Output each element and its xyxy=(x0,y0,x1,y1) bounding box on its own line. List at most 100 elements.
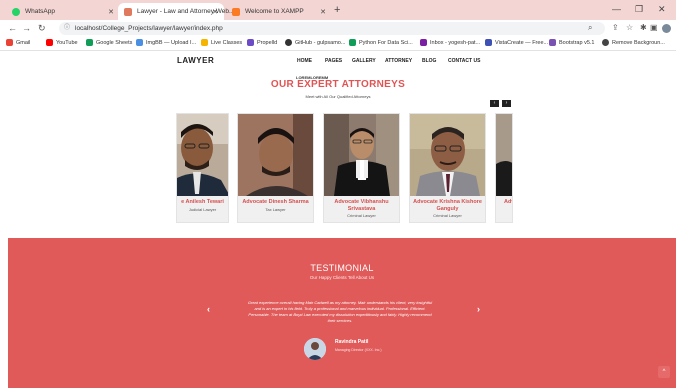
restore-icon[interactable]: ❐ xyxy=(635,4,643,15)
tab-label: Lawyer - Law and Attorney Web... xyxy=(137,8,235,15)
bookmark-propelld[interactable]: Propelld xyxy=(247,39,277,46)
testimonial-quote: Great experience overall having Mair Cad… xyxy=(247,300,433,323)
nav-home[interactable]: HOME xyxy=(297,58,312,64)
new-tab-button[interactable]: + xyxy=(334,4,340,16)
tab-label: Welcome to XAMPP xyxy=(245,8,304,15)
tab-lawyer[interactable]: Lawyer - Law and Attorney Web... ✕ xyxy=(118,3,234,20)
gmail-icon xyxy=(6,39,13,46)
xampp-icon xyxy=(232,7,240,16)
forward-icon[interactable]: → xyxy=(22,23,31,33)
close-icon[interactable]: ✕ xyxy=(212,8,218,16)
whatsapp-icon xyxy=(12,7,20,16)
attorneys-title: OUR EXPERT ATTORNEYS xyxy=(270,79,406,90)
client-role: Managing Director (XXX. Inc.) xyxy=(335,348,382,352)
url-text: localhost/College_Projects/lawyer/lawyer… xyxy=(75,25,223,32)
profile-avatar-icon[interactable] xyxy=(662,24,671,33)
bookmark-vistacreate[interactable]: VistaCreate — Free... xyxy=(485,39,548,46)
imgbb-icon xyxy=(136,39,143,46)
client-name: Ravindra Patil xyxy=(335,339,369,345)
attorney-role: Criminal Lawyer xyxy=(347,213,376,218)
attorney-photo xyxy=(177,114,228,196)
browser-tab-bar: WhatsApp ✕ Lawyer - Law and Attorney Web… xyxy=(0,0,676,20)
close-icon[interactable]: ✕ xyxy=(108,8,114,16)
tab-whatsapp[interactable]: WhatsApp ✕ xyxy=(6,3,120,20)
bookmark-remove-bg[interactable]: Remove Backgroun... xyxy=(602,39,665,46)
bookmark-label: ImgBB — Upload I... xyxy=(146,39,197,46)
nav-attorney[interactable]: ATTORNEY xyxy=(385,58,412,64)
testimonial-title: TESTIMONIAL xyxy=(310,263,374,273)
bookmark-python[interactable]: Python For Data Sci... xyxy=(349,39,413,46)
attorney-photo xyxy=(410,114,485,196)
attorney-role: Criminal Lawyer xyxy=(433,213,462,218)
info-icon: ⓘ xyxy=(64,25,71,31)
bookmark-label: Inbox - yogesh-pat... xyxy=(430,39,481,46)
attorney-name: e Anilesh Tewari xyxy=(181,199,224,205)
bookmark-label: Python For Data Sci... xyxy=(359,39,413,46)
site-favicon-icon xyxy=(124,7,132,16)
extensions-icon[interactable]: ✱ xyxy=(640,23,647,32)
attorney-role: Judicial Lawyer xyxy=(188,207,217,212)
tab-xampp[interactable]: Welcome to XAMPP ✕ xyxy=(226,3,332,20)
address-bar-row: ← → ↻ ⓘ localhost/College_Projects/lawye… xyxy=(0,20,676,37)
bookmark-inbox[interactable]: Inbox - yogesh-pat... xyxy=(420,39,480,46)
bookmark-label: Propelld xyxy=(257,39,278,46)
attorney-photo xyxy=(496,114,512,196)
carousel-next-button[interactable]: › xyxy=(502,100,511,107)
bookmark-gmail[interactable]: Gmail xyxy=(6,39,30,46)
testimonial-next-button[interactable]: › xyxy=(477,304,480,314)
attorney-card[interactable]: Advocate Dinesh Sharma Tax Lawyer xyxy=(237,113,314,223)
bookmark-google-sheets[interactable]: Google Sheets xyxy=(86,39,132,46)
bookmark-label: VistaCreate — Free... xyxy=(495,39,549,46)
youtube-icon xyxy=(46,39,53,46)
attorney-name: Advocate Dinesh Sharma xyxy=(242,199,309,205)
attorney-card[interactable]: Advocate Krishna Kishore Ganguly Crimina… xyxy=(409,113,486,223)
attorney-card[interactable]: Adv xyxy=(495,113,513,223)
url-input[interactable]: ⓘ localhost/College_Projects/lawyer/lawy… xyxy=(59,22,605,35)
bookmark-youtube[interactable]: YouTube xyxy=(46,39,78,46)
nav-contact-us[interactable]: CONTACT US xyxy=(448,58,480,64)
site-navbar: LAWYER HOME PAGES GALLERY ATTORNEY BLOG … xyxy=(0,51,676,71)
nav-gallery[interactable]: GALLERY xyxy=(352,58,376,64)
bookmark-label: GitHub - gulpsamo... xyxy=(295,39,346,46)
attorney-photo xyxy=(324,114,399,196)
scroll-to-top-button[interactable]: ^ xyxy=(658,366,670,378)
bookmark-label: Gmail xyxy=(16,39,31,46)
client-avatar xyxy=(304,338,326,360)
bookmark-imgbb[interactable]: ImgBB — Upload I... xyxy=(136,39,196,46)
site-logo[interactable]: LAWYER xyxy=(177,56,214,65)
bookmark-label: Bootstrap v5.1 xyxy=(559,39,595,46)
bookmark-star-icon[interactable]: ☆ xyxy=(626,23,633,32)
github-icon xyxy=(285,39,292,46)
bookmark-bootstrap[interactable]: Bootstrap v5.1 xyxy=(549,39,594,46)
reload-icon[interactable]: ↻ xyxy=(38,23,46,34)
close-window-icon[interactable]: ✕ xyxy=(658,4,666,15)
close-icon[interactable]: ✕ xyxy=(320,8,326,16)
testimonial-prev-button[interactable]: ‹ xyxy=(207,304,210,314)
sidebar-icon[interactable]: ▣ xyxy=(650,23,658,32)
attorney-name: Advocate Vibhanshu Srivastava xyxy=(334,199,389,212)
bookmark-live-classes[interactable]: Live Classes xyxy=(201,39,242,46)
live-classes-icon xyxy=(201,39,208,46)
propelld-icon xyxy=(247,39,254,46)
python-course-icon xyxy=(349,39,356,46)
nav-pages[interactable]: PAGES xyxy=(325,58,342,64)
vistacreate-icon xyxy=(485,39,492,46)
nav-blog[interactable]: BLOG xyxy=(422,58,436,64)
bookmark-label: Remove Backgroun... xyxy=(612,39,665,46)
share-icon[interactable]: ⇪ xyxy=(612,23,619,32)
carousel-prev-button[interactable]: ‹ xyxy=(490,100,499,107)
zoom-icon[interactable]: ⌕ xyxy=(588,23,592,33)
bookmarks-bar: Gmail YouTube Google Sheets ImgBB — Uplo… xyxy=(0,37,676,51)
back-icon[interactable]: ← xyxy=(8,23,17,33)
bookmark-label: Google Sheets xyxy=(96,39,133,46)
minimize-icon[interactable]: — xyxy=(612,4,621,14)
bookmark-label: YouTube xyxy=(56,39,78,46)
testimonial-section: TESTIMONIAL Our Happy Clients Tell About… xyxy=(8,238,676,388)
attorney-card[interactable]: Advocate Vibhanshu Srivastava Criminal L… xyxy=(323,113,400,223)
attorney-card[interactable]: e Anilesh Tewari Judicial Lawyer xyxy=(176,113,229,223)
inbox-icon xyxy=(420,39,427,46)
bookmark-github[interactable]: GitHub - gulpsamo... xyxy=(285,39,345,46)
testimonial-subtitle: Our Happy Clients Tell About Us xyxy=(309,275,375,280)
sheets-icon xyxy=(86,39,93,46)
attorney-name: Adv xyxy=(504,199,512,205)
